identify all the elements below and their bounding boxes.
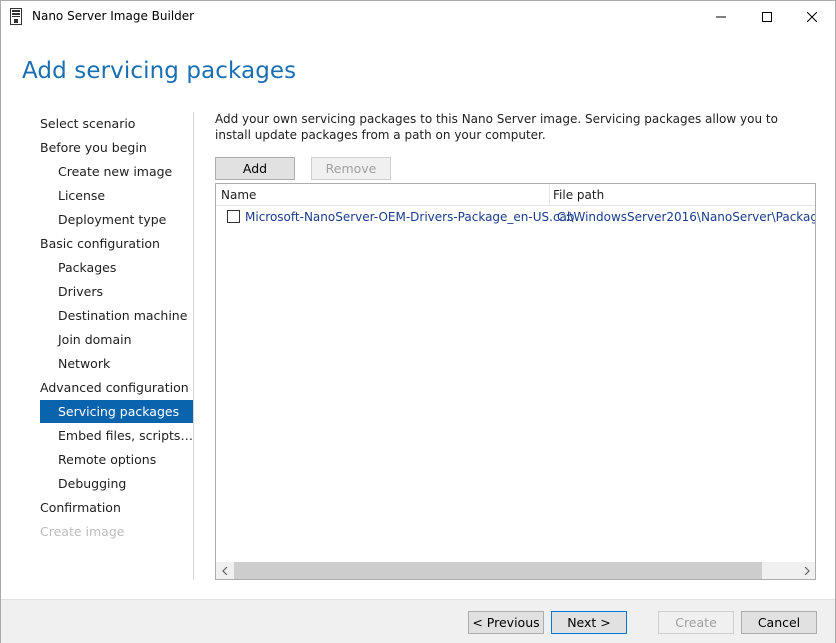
title-bar: Nano Server Image Builder	[1, 1, 835, 32]
nav-item-network[interactable]: Network	[40, 352, 193, 375]
nav-item-create-image: Create image	[40, 524, 125, 539]
package-file-path: C:\WindowsServer2016\NanoServer\Packages…	[557, 210, 815, 224]
table-row[interactable]: Microsoft-NanoServer-OEM-Drivers-Package…	[216, 206, 815, 228]
close-button[interactable]	[789, 1, 835, 32]
chevron-right-icon	[804, 566, 810, 575]
server-icon	[10, 8, 22, 25]
column-header-name[interactable]: Name	[221, 188, 256, 202]
nav-item-servicing-packages[interactable]: Servicing packages	[40, 400, 193, 423]
column-header-file-path[interactable]: File path	[553, 188, 604, 202]
window-title: Nano Server Image Builder	[32, 9, 195, 23]
app-window: Nano Server Image Builder Add servicing …	[0, 0, 836, 643]
nav-item-join-domain[interactable]: Join domain	[40, 328, 193, 351]
nav-item-deployment-type[interactable]: Deployment type	[40, 208, 193, 231]
page-title: Add servicing packages	[22, 58, 297, 84]
nav-item-basic-configuration[interactable]: Basic configuration	[40, 232, 193, 255]
previous-button[interactable]: < Previous	[468, 611, 544, 634]
nav-item-embed-files-scripts-or[interactable]: Embed files, scripts or...	[40, 424, 193, 447]
chevron-left-icon	[221, 566, 227, 575]
packages-grid: Name File path Microsoft-NanoServer-OEM-…	[215, 183, 816, 580]
maximize-button[interactable]	[744, 1, 790, 32]
nav-item-license[interactable]: License	[40, 184, 193, 207]
nav-item-destination-machine[interactable]: Destination machine	[40, 304, 193, 327]
create-button[interactable]: Create	[658, 611, 734, 634]
close-icon	[807, 11, 817, 22]
nav-item-debugging[interactable]: Debugging	[40, 472, 193, 495]
package-name: Microsoft-NanoServer-OEM-Drivers-Package…	[245, 210, 575, 224]
nav-item-select-scenario[interactable]: Select scenario	[40, 112, 193, 135]
nav-divider	[193, 112, 194, 580]
page-description: Add your own servicing packages to this …	[215, 112, 778, 142]
horizontal-scrollbar[interactable]	[216, 562, 815, 579]
nav-item-remote-options[interactable]: Remote options	[40, 448, 193, 471]
nav-item-create-new-image[interactable]: Create new image	[40, 160, 193, 183]
nav-item-confirmation[interactable]: Confirmation	[40, 496, 193, 519]
nav-item-before-you-begin[interactable]: Before you begin	[40, 136, 193, 159]
nav-item-drivers[interactable]: Drivers	[40, 280, 193, 303]
next-button[interactable]: Next >	[551, 611, 627, 634]
row-checkbox[interactable]	[227, 210, 240, 223]
minimize-button[interactable]	[698, 1, 744, 32]
minimize-icon	[716, 16, 726, 17]
cancel-button[interactable]: Cancel	[741, 611, 817, 634]
grid-header: Name File path	[216, 184, 815, 206]
nav-item-advanced-configuration[interactable]: Advanced configuration	[40, 376, 193, 399]
add-button[interactable]: Add	[215, 157, 295, 180]
nav-item-packages[interactable]: Packages	[40, 256, 193, 279]
column-separator[interactable]	[549, 184, 550, 206]
scroll-left-button[interactable]	[216, 562, 233, 579]
scroll-thumb[interactable]	[234, 562, 762, 579]
maximize-icon	[762, 11, 772, 22]
scroll-right-button[interactable]	[798, 562, 815, 579]
remove-button[interactable]: Remove	[311, 157, 391, 180]
